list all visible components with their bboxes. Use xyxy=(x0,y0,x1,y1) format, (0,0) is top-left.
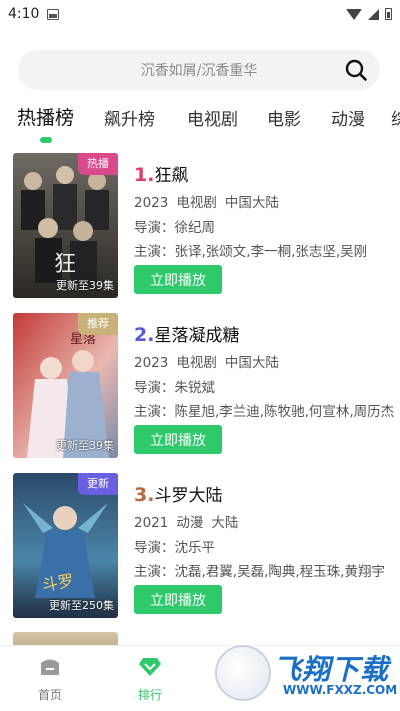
rank-number: 3. xyxy=(134,484,155,506)
nav-ranking[interactable]: 排行 xyxy=(120,654,180,703)
watermark-logo: 飞翔下载 WWW.FXXZ.COM xyxy=(215,645,400,711)
watermark-url: WWW.FXXZ.COM xyxy=(283,683,398,697)
genre: 动漫 xyxy=(176,515,204,531)
play-now-button[interactable]: 立即播放 xyxy=(134,265,222,294)
year: 2021 xyxy=(134,515,169,531)
tab-movie[interactable]: 电影 xyxy=(267,105,301,130)
title-text: 狂飙 xyxy=(154,166,189,186)
poster[interactable]: 狂 热播 更新至39集 xyxy=(13,153,118,298)
rank-number: 2. xyxy=(134,324,155,346)
cast: 主演：张译,张颂文,李一桐,张志坚,吴刚 xyxy=(134,244,368,260)
tab-variety[interactable]: 综 xyxy=(391,105,400,130)
item-title[interactable]: 2. 星落凝成糖 xyxy=(134,321,239,346)
image-notification-icon xyxy=(47,8,60,20)
tab-hot[interactable]: 热播榜 xyxy=(17,103,74,130)
meta-info: 2021 动漫 大陆 xyxy=(134,511,238,531)
ranking-diamond-icon xyxy=(139,658,161,676)
list-item[interactable]: 星落 推荐 更新至39集 2. 星落凝成糖 2023 电视剧 中国大陆 导演：朱锐斌… xyxy=(0,313,400,463)
episode-count: 更新至250集 xyxy=(49,599,114,612)
genre: 电视剧 xyxy=(176,355,217,371)
genre: 电视剧 xyxy=(176,195,217,211)
signal-icon xyxy=(368,8,379,20)
director: 导演：徐纪周 xyxy=(134,220,215,236)
status-badge: 热播 xyxy=(78,153,118,175)
meta-info: 2023 电视剧 中国大陆 xyxy=(134,351,279,371)
play-now-button[interactable]: 立即播放 xyxy=(134,425,222,454)
tab-anime[interactable]: 动漫 xyxy=(331,105,365,130)
search-icon[interactable] xyxy=(344,58,368,82)
wifi-icon xyxy=(346,8,362,20)
list-item[interactable]: 狂 热播 更新至39集 1. 狂飙 2023 电视剧 中国大陆 导演：徐纪周 主演：… xyxy=(0,153,400,303)
nav-label: 排行 xyxy=(137,688,162,702)
cast: 主演：陈星旭,李兰迪,陈牧驰,何宣林,周历杰 xyxy=(134,404,395,420)
title-text: 斗罗大陆 xyxy=(154,486,223,506)
watermark-text: 飞翔下载 xyxy=(273,653,390,686)
item-title[interactable]: 1. 狂飙 xyxy=(134,161,188,186)
title-text: 星落凝成糖 xyxy=(154,326,240,346)
director: 导演：沈乐平 xyxy=(134,540,215,556)
year: 2023 xyxy=(134,195,169,211)
tab-tv-series[interactable]: 电视剧 xyxy=(187,105,238,130)
region: 大陆 xyxy=(211,515,239,531)
active-tab-indicator xyxy=(40,137,52,143)
region: 中国大陆 xyxy=(224,195,279,211)
home-icon xyxy=(41,659,59,675)
year: 2023 xyxy=(134,355,169,371)
cast: 主演：沈磊,君翼,吴磊,陶典,程玉珠,黄翔宇 xyxy=(134,564,385,580)
watermark-emblem xyxy=(215,645,271,701)
poster[interactable]: 斗罗 更新 更新至250集 xyxy=(13,473,118,618)
episode-count: 更新至39集 xyxy=(56,439,114,452)
rank-number: 1. xyxy=(134,164,155,186)
region: 中国大陆 xyxy=(224,355,279,371)
status-bar: 4:10 xyxy=(0,0,400,28)
play-now-button[interactable]: 立即播放 xyxy=(134,585,222,614)
poster[interactable]: 星落 推荐 更新至39集 xyxy=(13,313,118,458)
status-time: 4:10 xyxy=(8,6,40,22)
episode-count: 更新至39集 xyxy=(56,279,114,292)
nav-label: 首页 xyxy=(37,688,62,702)
search-bar[interactable]: 沉香如屑/沉香重华 xyxy=(18,50,380,90)
battery-icon xyxy=(385,8,392,20)
nav-home[interactable]: 首页 xyxy=(20,654,80,703)
search-placeholder: 沉香如屑/沉香重华 xyxy=(140,63,258,79)
director: 导演：朱锐斌 xyxy=(134,380,215,396)
tab-rising[interactable]: 飙升榜 xyxy=(104,105,155,130)
list-item[interactable]: 斗罗 更新 更新至250集 3. 斗罗大陆 2021 动漫 大陆 导演：沈乐平 主演… xyxy=(0,473,400,623)
svg-text:狂: 狂 xyxy=(54,252,76,277)
item-title[interactable]: 3. 斗罗大陆 xyxy=(134,481,222,506)
category-tabs: 热播榜 飙升榜 电视剧 电影 动漫 综 xyxy=(0,103,400,143)
meta-info: 2023 电视剧 中国大陆 xyxy=(134,191,279,211)
status-icons xyxy=(346,8,392,20)
status-badge: 推荐 xyxy=(78,313,118,335)
status-badge: 更新 xyxy=(78,473,118,495)
